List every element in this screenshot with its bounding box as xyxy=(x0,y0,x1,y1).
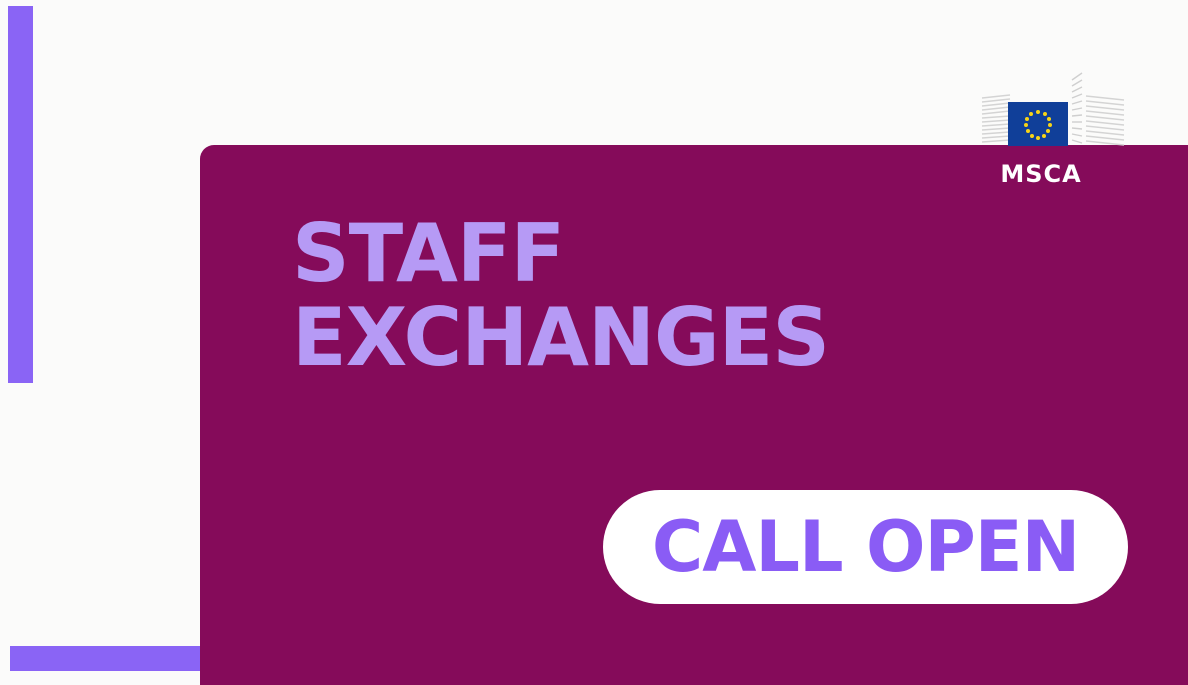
headline: STAFF EXCHANGES xyxy=(292,207,830,384)
headline-line-1: STAFF xyxy=(292,207,565,300)
accent-bar-vertical xyxy=(8,6,33,383)
call-open-label: CALL OPEN xyxy=(651,506,1080,588)
european-commission-building-icon xyxy=(981,72,1125,146)
msca-logo: MSCA xyxy=(978,70,1128,192)
headline-line-2: EXCHANGES xyxy=(292,291,830,384)
msca-logo-text: MSCA xyxy=(1000,160,1082,188)
call-open-badge: CALL OPEN xyxy=(603,490,1128,604)
